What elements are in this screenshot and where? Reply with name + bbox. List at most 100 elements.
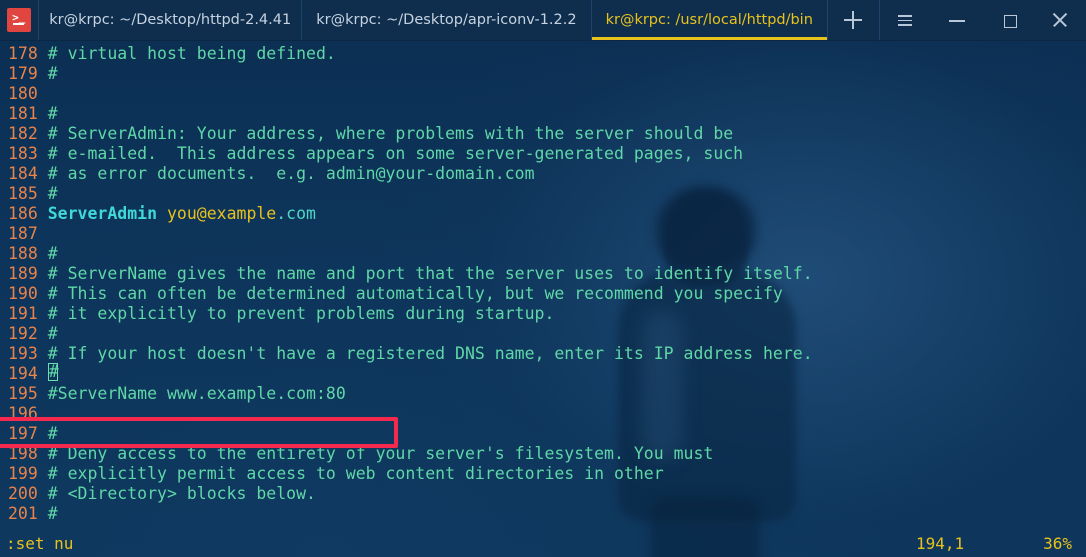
line-number: 196: [8, 404, 48, 423]
line-number: 189: [8, 264, 48, 283]
code-text: # This can often be determined automatic…: [47, 284, 783, 303]
line-number: 197: [8, 424, 48, 443]
editor-line: 192 #: [0, 324, 1086, 344]
editor-line: 195 #ServerName www.example.com:80: [0, 384, 1086, 404]
tab-label: kr@krpc: /usr/local/httpd/bin: [605, 12, 813, 28]
code-text: you@example: [166, 204, 277, 223]
plus-icon: [844, 11, 863, 29]
editor-line: 200 # <Directory> blocks below.: [0, 484, 1086, 504]
line-number: 187: [8, 224, 48, 243]
editor-line: 180: [0, 84, 1086, 104]
prompt-chevron-icon: >_: [12, 11, 26, 24]
editor-line: 183 # e-mailed. This address appears on …: [0, 144, 1086, 164]
line-number: 198: [8, 444, 48, 463]
line-number: 188: [8, 244, 48, 263]
line-number: 192: [8, 324, 48, 343]
editor-line: 186 ServerAdmin you@example.com: [0, 204, 1086, 224]
vim-status-line: :set nu 194,1 36%: [0, 531, 1086, 557]
code-text: #: [47, 424, 58, 443]
editor-line: 198 # Deny access to the entirety of you…: [0, 444, 1086, 464]
code-text: # <Directory> blocks below.: [47, 484, 316, 503]
editor-line: 185 #: [0, 184, 1086, 204]
code-text: .com: [276, 204, 316, 223]
hamburger-menu-icon: [896, 11, 914, 29]
code-text: # If your host doesn't have a registered…: [47, 344, 813, 363]
line-number: 179: [8, 64, 48, 83]
tab-httpd-bin[interactable]: kr@krpc: /usr/local/httpd/bin: [591, 0, 828, 40]
prompt-underscore-icon: [13, 23, 25, 25]
editor-line: 193 # If your host doesn't have a regist…: [0, 344, 1086, 364]
line-number: 185: [8, 184, 48, 203]
app-icon-container: >_: [0, 0, 40, 40]
line-number: 190: [8, 284, 48, 303]
minimize-icon: [948, 11, 966, 29]
line-number: 182: [8, 124, 48, 143]
tab-apr-iconv[interactable]: kr@krpc: ~/Desktop/apr-iconv-1.2.2: [302, 0, 592, 40]
maximize-button[interactable]: [983, 0, 1035, 40]
code-text: #: [47, 504, 58, 523]
editor-line: 197 #: [0, 424, 1086, 444]
status-command: :set nu: [6, 534, 74, 553]
minimize-button[interactable]: [931, 0, 983, 40]
line-number: 186: [8, 204, 48, 223]
maximize-icon: [1000, 11, 1018, 29]
editor-line: 187: [0, 224, 1086, 244]
line-number: 183: [8, 144, 48, 163]
status-scroll-percent: 36%: [1043, 534, 1072, 553]
menu-button[interactable]: [880, 0, 932, 40]
title-bar: >_ kr@krpc: ~/Desktop/httpd-2.4.41 kr@kr…: [0, 0, 1086, 41]
code-text: # ServerName gives the name and port tha…: [47, 264, 813, 283]
line-number: 201: [8, 504, 48, 523]
tab-label: kr@krpc: ~/Desktop/apr-iconv-1.2.2: [316, 12, 577, 28]
line-number: 191: [8, 304, 48, 323]
code-text: # as error documents. e.g. admin@your-do…: [47, 164, 535, 183]
code-text: #ServerName www.example.com:80: [47, 384, 346, 403]
editor-line: 190 # This can often be determined autom…: [0, 284, 1086, 304]
code-text: ServerAdmin: [47, 204, 158, 223]
code-text: #: [47, 244, 58, 263]
terminal-window: >_ kr@krpc: ~/Desktop/httpd-2.4.41 kr@kr…: [0, 0, 1086, 557]
line-number: 178: [8, 44, 48, 63]
vim-text-area[interactable]: 178 # virtual host being defined. 179 #18…: [0, 41, 1086, 557]
line-number: 181: [8, 104, 48, 123]
editor-line: 199 # explicitly permit access to web co…: [0, 464, 1086, 484]
line-number: 180: [8, 84, 48, 103]
editor-line: 188 #: [0, 244, 1086, 264]
new-tab-button[interactable]: [828, 0, 880, 40]
code-text: #: [47, 184, 58, 203]
editor-line: 178 # virtual host being defined.: [0, 44, 1086, 64]
editor-line: 191 # it explicitly to prevent problems …: [0, 304, 1086, 324]
text-cursor: #: [47, 362, 59, 381]
code-text: # explicitly permit access to web conten…: [47, 464, 664, 483]
line-number: 195: [8, 384, 48, 403]
editor-line: 196: [0, 404, 1086, 424]
code-text: # e-mailed. This address appears on some…: [47, 144, 744, 163]
code-text: # it explicitly to prevent problems duri…: [47, 304, 555, 323]
editor-line: 181 #: [0, 104, 1086, 124]
close-icon: [1051, 11, 1069, 29]
editor-line: 201 #: [0, 504, 1086, 524]
line-number: 184: [8, 164, 48, 183]
editor-line: 189 # ServerName gives the name and port…: [0, 264, 1086, 284]
editor-line: 179 #: [0, 64, 1086, 84]
close-button[interactable]: [1034, 0, 1086, 40]
tab-label: kr@krpc: ~/Desktop/httpd-2.4.41: [49, 12, 292, 28]
line-number: 200: [8, 484, 48, 503]
line-number: 199: [8, 464, 48, 483]
editor-line: 194 #: [0, 362, 1086, 384]
code-text: # Deny access to the entirety of your se…: [47, 444, 714, 463]
editor-line: 182 # ServerAdmin: Your address, where p…: [0, 124, 1086, 144]
terminal-body[interactable]: 178 # virtual host being defined. 179 #18…: [0, 41, 1086, 557]
code-text: #: [47, 324, 58, 343]
code-text: #: [47, 64, 58, 83]
tab-httpd[interactable]: kr@krpc: ~/Desktop/httpd-2.4.41: [39, 0, 303, 40]
terminal-icon: >_: [7, 8, 32, 32]
code-text: # virtual host being defined.: [47, 44, 336, 63]
status-cursor-position: 194,1: [916, 534, 965, 553]
line-number: 193: [8, 344, 48, 363]
code-text: #: [47, 104, 58, 123]
editor-line: 184 # as error documents. e.g. admin@you…: [0, 164, 1086, 184]
code-text: # ServerAdmin: Your address, where probl…: [47, 124, 734, 143]
line-number: 194: [8, 364, 48, 383]
